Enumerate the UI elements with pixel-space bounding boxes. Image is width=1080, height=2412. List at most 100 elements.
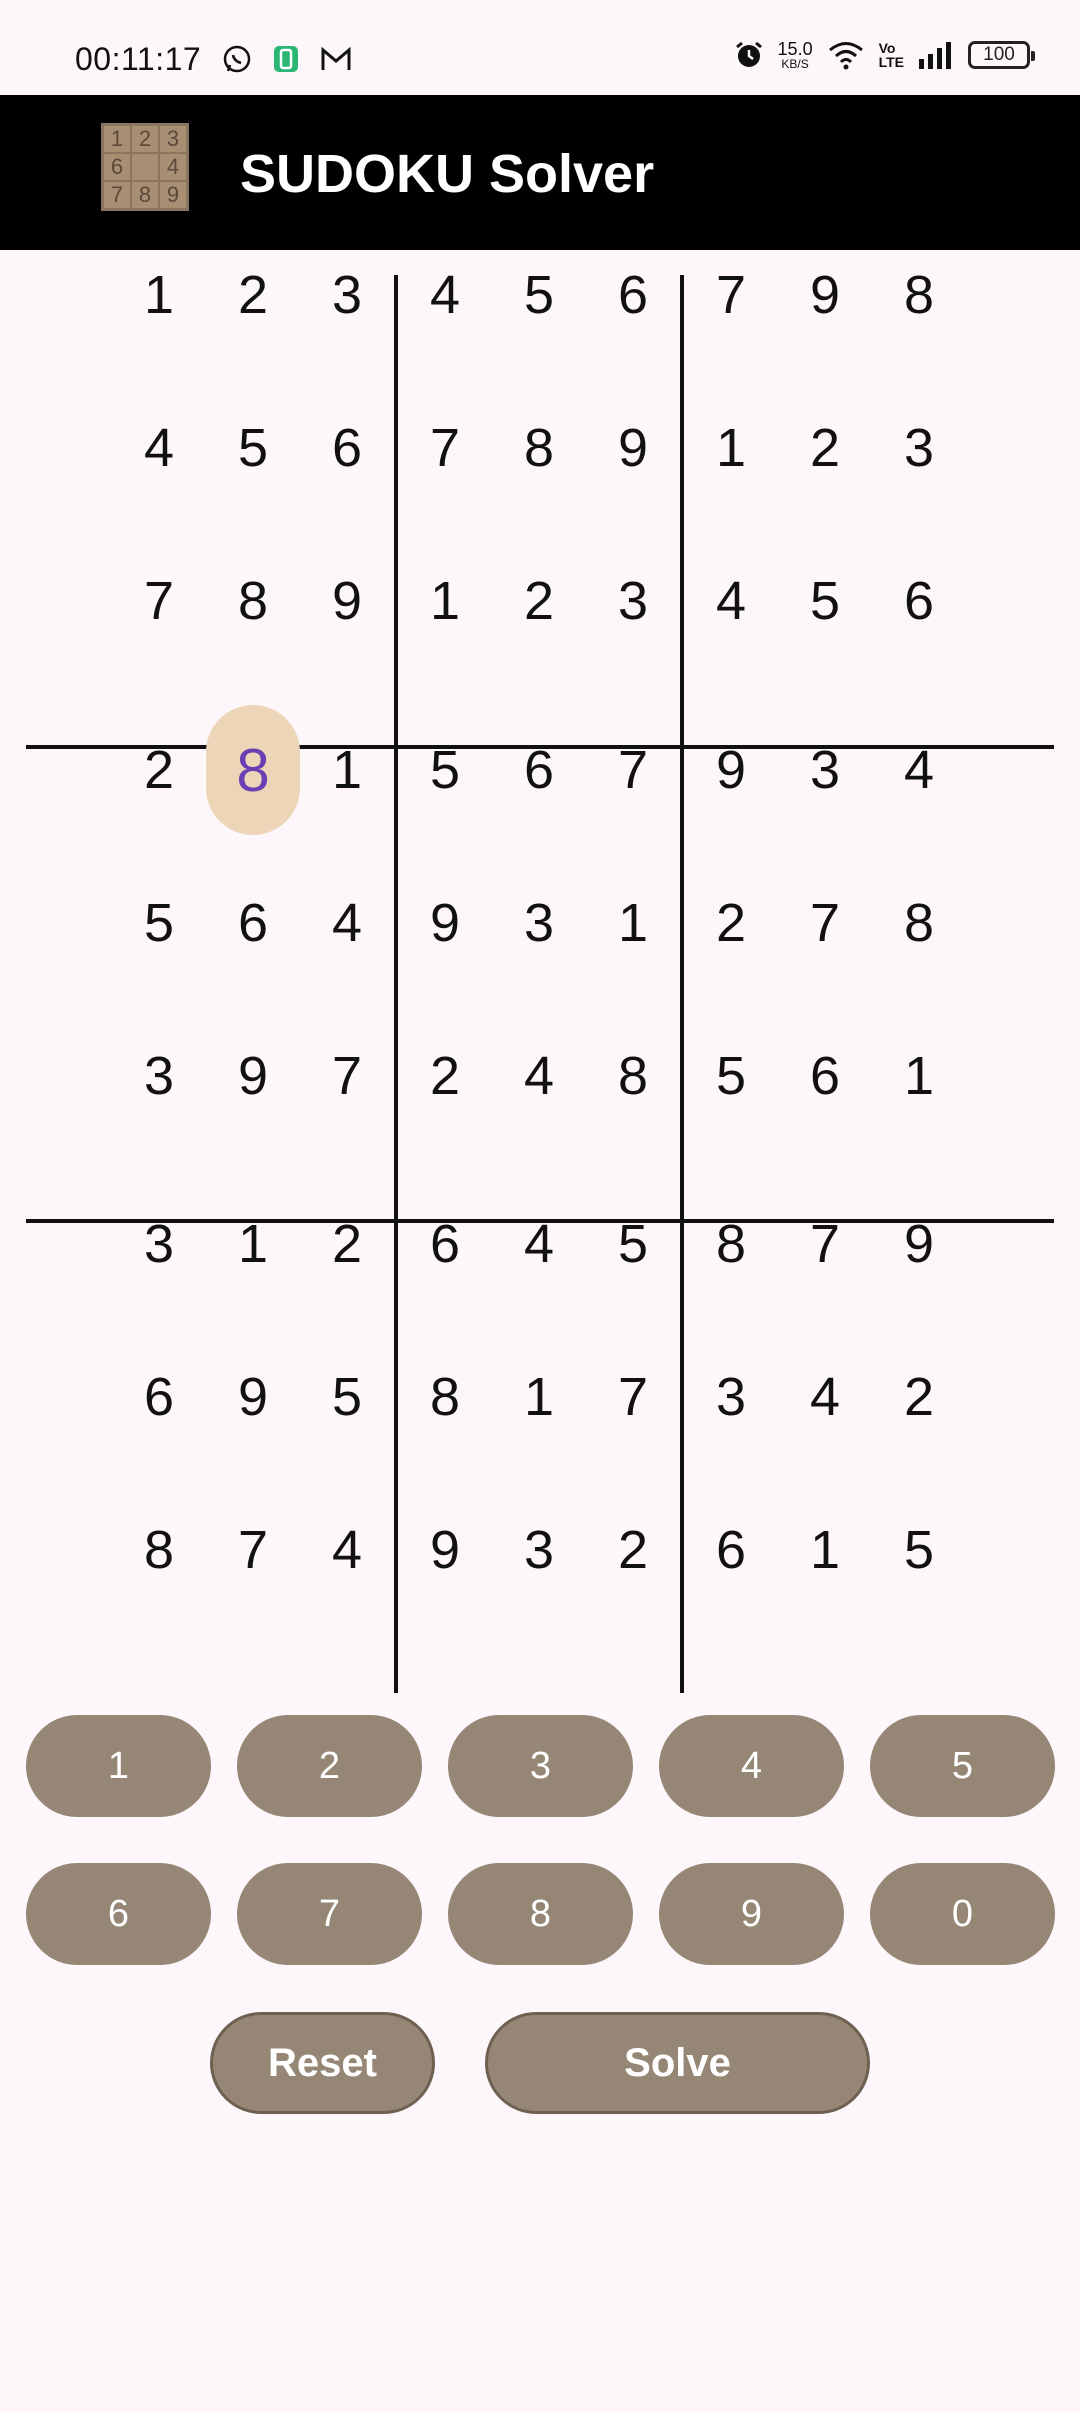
sudoku-cell-r1-c9[interactable]: 8	[872, 230, 966, 360]
sudoku-cell-r4-c4[interactable]: 5	[398, 705, 492, 835]
digit-button-4[interactable]: 4	[659, 1715, 844, 1817]
sudoku-cell-r6-c7[interactable]: 5	[684, 1011, 778, 1141]
sudoku-cell-r7-c4[interactable]: 6	[398, 1179, 492, 1309]
sudoku-cell-r8-c2[interactable]: 9	[206, 1332, 300, 1462]
sudoku-cell-r3-c3[interactable]: 9	[300, 536, 394, 666]
sudoku-cell-r8-c6[interactable]: 7	[586, 1332, 680, 1462]
sudoku-cell-r6-c2[interactable]: 9	[206, 1011, 300, 1141]
digit-button-2[interactable]: 2	[237, 1715, 422, 1817]
sudoku-cell-r1-c4[interactable]: 4	[398, 230, 492, 360]
sudoku-cell-r2-c6[interactable]: 9	[586, 383, 680, 513]
sudoku-cell-r6-c3[interactable]: 7	[300, 1011, 394, 1141]
sudoku-cell-r8-c3[interactable]: 5	[300, 1332, 394, 1462]
notification-icons	[222, 44, 352, 74]
sudoku-cell-r1-c8[interactable]: 9	[778, 230, 872, 360]
sudoku-cell-r5-c4[interactable]: 9	[398, 858, 492, 988]
sudoku-cell-r9-c5[interactable]: 3	[492, 1485, 586, 1615]
sudoku-cell-r9-c6[interactable]: 2	[586, 1485, 680, 1615]
sudoku-cell-r7-c2[interactable]: 1	[206, 1179, 300, 1309]
sudoku-cell-r6-c8[interactable]: 6	[778, 1011, 872, 1141]
sudoku-cell-r7-c7[interactable]: 8	[684, 1179, 778, 1309]
sudoku-cell-r3-c8[interactable]: 5	[778, 536, 872, 666]
solve-button[interactable]: Solve	[485, 2012, 870, 2114]
sudoku-cell-r1-c6[interactable]: 6	[586, 230, 680, 360]
sudoku-cell-r3-c7[interactable]: 4	[684, 536, 778, 666]
sudoku-cell-r2-c5[interactable]: 8	[492, 383, 586, 513]
sudoku-cell-r2-c2[interactable]: 5	[206, 383, 300, 513]
sudoku-cell-r7-c9[interactable]: 9	[872, 1179, 966, 1309]
sudoku-cell-r7-c3[interactable]: 2	[300, 1179, 394, 1309]
digit-button-5[interactable]: 5	[870, 1715, 1055, 1817]
sudoku-cell-r7-c5[interactable]: 4	[492, 1179, 586, 1309]
sudoku-cell-r6-c1[interactable]: 3	[112, 1011, 206, 1141]
sudoku-cell-r3-c1[interactable]: 7	[112, 536, 206, 666]
sudoku-cell-r5-c3[interactable]: 4	[300, 858, 394, 988]
sudoku-cell-r4-c9[interactable]: 4	[872, 705, 966, 835]
sudoku-cell-r9-c1[interactable]: 8	[112, 1485, 206, 1615]
sudoku-cell-r1-c7[interactable]: 7	[684, 230, 778, 360]
sudoku-cell-r8-c9[interactable]: 2	[872, 1332, 966, 1462]
sudoku-cell-r7-c8[interactable]: 7	[778, 1179, 872, 1309]
sudoku-cell-r3-c5[interactable]: 2	[492, 536, 586, 666]
sudoku-cell-r8-c1[interactable]: 6	[112, 1332, 206, 1462]
logo-digit: 8	[131, 181, 159, 209]
sudoku-cell-r5-c2[interactable]: 6	[206, 858, 300, 988]
sudoku-cell-r9-c3[interactable]: 4	[300, 1485, 394, 1615]
sudoku-cell-r3-c6[interactable]: 3	[586, 536, 680, 666]
sudoku-logo-icon: 12364789	[101, 123, 189, 211]
sudoku-cell-r3-c4[interactable]: 1	[398, 536, 492, 666]
sudoku-cell-r7-c6[interactable]: 5	[586, 1179, 680, 1309]
sudoku-cell-r8-c8[interactable]: 4	[778, 1332, 872, 1462]
sudoku-cell-r9-c4[interactable]: 9	[398, 1485, 492, 1615]
sudoku-cell-r4-c2[interactable]: 8	[206, 705, 300, 835]
sudoku-cell-r8-c5[interactable]: 1	[492, 1332, 586, 1462]
sudoku-cell-r1-c5[interactable]: 5	[492, 230, 586, 360]
sudoku-cell-r5-c6[interactable]: 1	[586, 858, 680, 988]
sudoku-cell-r9-c8[interactable]: 1	[778, 1485, 872, 1615]
sudoku-cell-r3-c9[interactable]: 6	[872, 536, 966, 666]
sudoku-cell-r4-c8[interactable]: 3	[778, 705, 872, 835]
sudoku-cell-r2-c8[interactable]: 2	[778, 383, 872, 513]
sudoku-cell-r1-c2[interactable]: 2	[206, 230, 300, 360]
sudoku-cell-r5-c7[interactable]: 2	[684, 858, 778, 988]
sudoku-cell-r8-c4[interactable]: 8	[398, 1332, 492, 1462]
digit-button-9[interactable]: 9	[659, 1863, 844, 1965]
sudoku-cell-r2-c9[interactable]: 3	[872, 383, 966, 513]
digit-button-8[interactable]: 8	[448, 1863, 633, 1965]
digit-button-1[interactable]: 1	[26, 1715, 211, 1817]
sudoku-cell-r6-c4[interactable]: 2	[398, 1011, 492, 1141]
sudoku-cell-r5-c5[interactable]: 3	[492, 858, 586, 988]
sudoku-cell-r9-c9[interactable]: 5	[872, 1485, 966, 1615]
sudoku-cell-r5-c9[interactable]: 8	[872, 858, 966, 988]
sudoku-cell-r1-c1[interactable]: 1	[112, 230, 206, 360]
sudoku-cell-r4-c5[interactable]: 6	[492, 705, 586, 835]
sudoku-cell-r7-c1[interactable]: 3	[112, 1179, 206, 1309]
sudoku-cell-r6-c5[interactable]: 4	[492, 1011, 586, 1141]
sudoku-cell-r6-c6[interactable]: 8	[586, 1011, 680, 1141]
cell-value: 8	[429, 1367, 461, 1427]
reset-button[interactable]: Reset	[210, 2012, 435, 2114]
battery-saver-icon	[274, 46, 298, 72]
sudoku-cell-r9-c7[interactable]: 6	[684, 1485, 778, 1615]
sudoku-cell-r5-c1[interactable]: 5	[112, 858, 206, 988]
sudoku-cell-r2-c1[interactable]: 4	[112, 383, 206, 513]
digit-button-7[interactable]: 7	[237, 1863, 422, 1965]
volte-indicator: Vo LTE	[878, 40, 904, 70]
sudoku-cell-r1-c3[interactable]: 3	[300, 230, 394, 360]
sudoku-cell-r2-c7[interactable]: 1	[684, 383, 778, 513]
sudoku-cell-r4-c3[interactable]: 1	[300, 705, 394, 835]
sudoku-cell-r5-c8[interactable]: 7	[778, 858, 872, 988]
sudoku-cell-r2-c3[interactable]: 6	[300, 383, 394, 513]
sudoku-cell-r9-c2[interactable]: 7	[206, 1485, 300, 1615]
logo-digit: 6	[103, 153, 131, 181]
sudoku-cell-r3-c2[interactable]: 8	[206, 536, 300, 666]
sudoku-cell-r4-c1[interactable]: 2	[112, 705, 206, 835]
digit-button-0[interactable]: 0	[870, 1863, 1055, 1965]
sudoku-cell-r4-c6[interactable]: 7	[586, 705, 680, 835]
sudoku-cell-r6-c9[interactable]: 1	[872, 1011, 966, 1141]
digit-button-6[interactable]: 6	[26, 1863, 211, 1965]
sudoku-cell-r4-c7[interactable]: 9	[684, 705, 778, 835]
sudoku-cell-r2-c4[interactable]: 7	[398, 383, 492, 513]
sudoku-cell-r8-c7[interactable]: 3	[684, 1332, 778, 1462]
digit-button-3[interactable]: 3	[448, 1715, 633, 1817]
